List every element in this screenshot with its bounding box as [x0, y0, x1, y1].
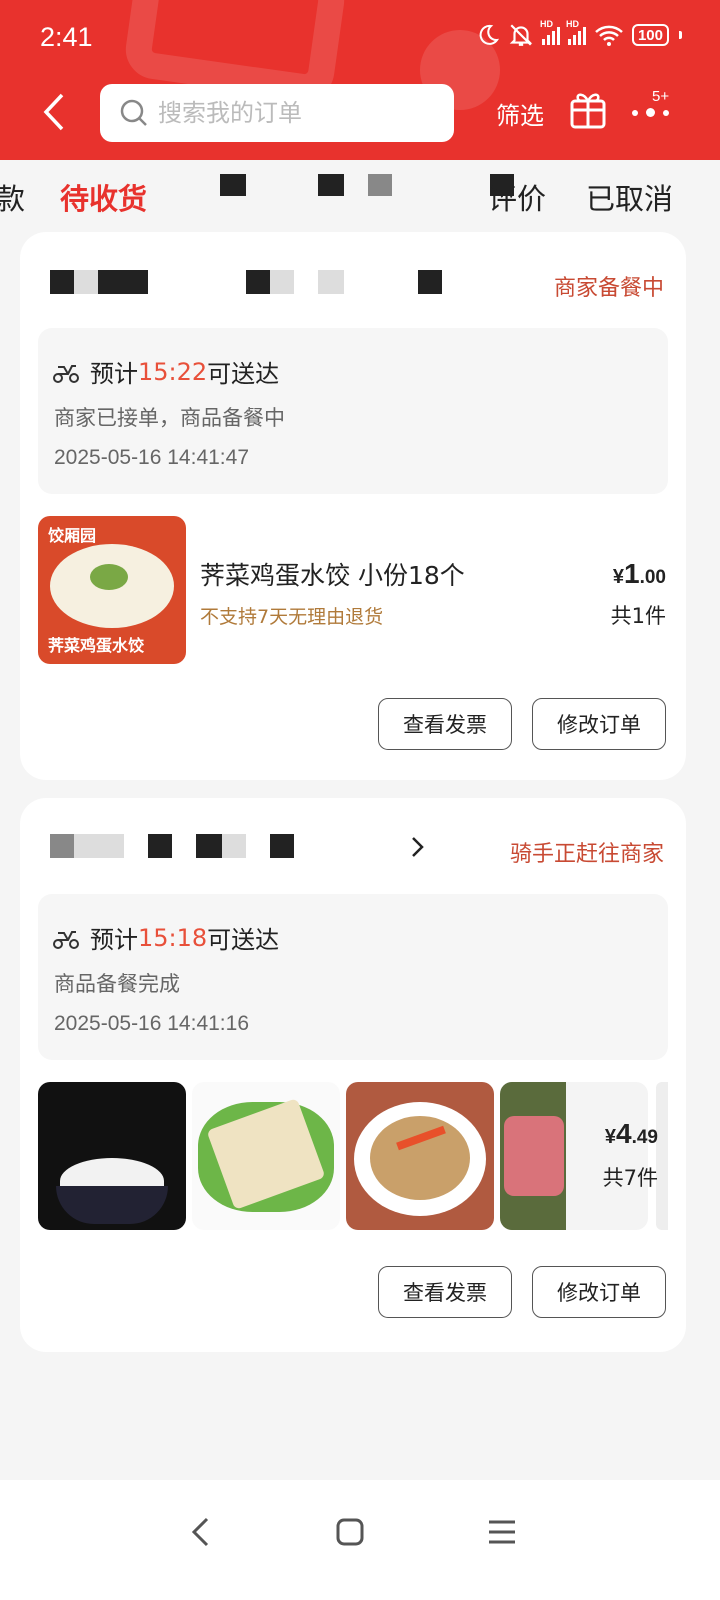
- product-image-caption: 荠菜鸡蛋水饺: [48, 636, 145, 655]
- wifi-icon: [595, 25, 623, 46]
- redaction-block: [196, 834, 222, 858]
- redaction-block: [148, 834, 172, 858]
- redaction-block: [74, 270, 98, 294]
- product-image-tofu-skin[interactable]: [192, 1082, 340, 1230]
- product-image[interactable]: 饺厢园 荠菜鸡蛋水饺: [38, 516, 186, 664]
- eta-prefix: 预计: [90, 926, 138, 954]
- back-button[interactable]: [30, 88, 78, 136]
- product-image-noodles[interactable]: [346, 1082, 494, 1230]
- product-image-more: [656, 1082, 668, 1230]
- back-triangle-icon: [191, 1517, 209, 1547]
- system-back-button[interactable]: [170, 1502, 230, 1562]
- status-icons: HD HD 100: [476, 19, 682, 48]
- menu-lines-icon: [489, 1520, 515, 1544]
- order-quantity: 共7件: [602, 1166, 658, 1190]
- more-badge: 5+: [652, 88, 670, 105]
- order-card-header[interactable]: 商家备餐中: [20, 232, 686, 328]
- view-invoice-button[interactable]: 查看发票: [378, 698, 512, 750]
- delivery-timestamp: 2025-05-16 14:41:47: [54, 446, 249, 469]
- modify-order-button[interactable]: 修改订单: [532, 698, 666, 750]
- modify-order-button[interactable]: 修改订单: [532, 1266, 666, 1318]
- eta-row: 预计 15:22 可送达: [52, 354, 279, 389]
- eta-prefix: 预计: [90, 360, 138, 388]
- system-home-button[interactable]: [320, 1502, 380, 1562]
- return-policy-note: 不支持7天无理由退货: [200, 606, 384, 628]
- order-price: ¥4.49: [604, 1118, 658, 1149]
- tab-to-receive[interactable]: 待收货: [60, 176, 147, 218]
- order-card[interactable]: 商家备餐中 预计 15:22 可送达 商家已接单，商品备餐中 2025-05-16 …: [20, 232, 686, 780]
- gift-button[interactable]: [568, 88, 612, 132]
- eta-time: 15:22: [138, 357, 208, 386]
- tab-cancelled[interactable]: 已取消: [586, 176, 673, 218]
- more-icon: [632, 108, 669, 117]
- order-quantity: 共1件: [610, 604, 666, 628]
- product-image-rice[interactable]: [38, 1082, 186, 1230]
- redaction-block: [220, 174, 246, 196]
- redaction-block: [98, 270, 148, 294]
- bell-muted-icon: [509, 24, 533, 46]
- redaction-block: [222, 834, 246, 858]
- redaction-block: [418, 270, 442, 294]
- eta-suffix: 可送达: [207, 926, 280, 954]
- filter-button[interactable]: 筛选: [496, 96, 544, 131]
- signal-icon-1: HD: [540, 19, 560, 45]
- status-bar: 2:41 HD HD 100: [0, 0, 720, 80]
- more-button[interactable]: 5+: [628, 88, 678, 132]
- redaction-block: [246, 270, 270, 294]
- redaction-block: [74, 834, 124, 858]
- view-invoice-button[interactable]: 查看发票: [378, 1266, 512, 1318]
- redaction-block: [270, 834, 294, 858]
- status-time: 2:41: [40, 22, 93, 52]
- gift-icon: [570, 93, 606, 129]
- home-square-icon: [336, 1518, 364, 1546]
- system-nav-bar: [0, 1480, 720, 1600]
- tab-partial[interactable]: 款: [0, 176, 25, 218]
- moon-icon: [479, 24, 500, 45]
- eta-row: 预计 15:18 可送达: [52, 920, 279, 955]
- header-bar: 2:41 HD HD 100 筛选 5+: [0, 0, 720, 160]
- redaction-block: [50, 834, 74, 858]
- eta-suffix: 可送达: [207, 360, 280, 388]
- tab-to-review[interactable]: 待评价: [490, 176, 546, 218]
- search-input[interactable]: [158, 99, 438, 127]
- scooter-icon: [53, 364, 79, 383]
- delivery-info[interactable]: 预计 15:22 可送达 商家已接单，商品备餐中 2025-05-16 14:41:…: [38, 328, 668, 494]
- order-tabs: 款 待收货 待评价 已取消: [0, 160, 720, 230]
- eta-time: 15:18: [138, 923, 208, 952]
- chevron-right-icon[interactable]: [410, 836, 424, 858]
- product-image-brand: 饺厢园: [48, 526, 97, 545]
- order-card-header[interactable]: 骑手正赶往商家: [20, 798, 686, 894]
- search-box[interactable]: [100, 84, 454, 142]
- redaction-block: [318, 174, 344, 196]
- redaction-block: [270, 270, 294, 294]
- delivery-info[interactable]: 预计 15:18 可送达 商品备餐完成 2025-05-16 14:41:16: [38, 894, 668, 1060]
- redaction-block: [50, 270, 74, 294]
- delivery-description: 商品备餐完成: [54, 972, 180, 996]
- product-title[interactable]: 荠菜鸡蛋水饺 小份18个: [200, 556, 465, 592]
- scooter-icon: [53, 930, 79, 949]
- search-icon: [120, 99, 147, 126]
- nav-bar: 筛选 5+: [0, 82, 720, 146]
- order-status: 骑手正赶往商家: [509, 842, 664, 867]
- delivery-timestamp: 2025-05-16 14:41:16: [54, 1012, 249, 1035]
- chevron-left-icon: [43, 93, 64, 131]
- signal-icon-2: HD: [566, 19, 586, 45]
- redaction-block: [368, 174, 392, 196]
- order-card[interactable]: 骑手正赶往商家 预计 15:18 可送达 商品备餐完成 2025-05-16 14:…: [20, 798, 686, 1352]
- order-price: ¥1.00: [612, 558, 666, 589]
- battery-icon: 100: [631, 24, 669, 46]
- redaction-block: [318, 270, 344, 294]
- delivery-description: 商家已接单，商品备餐中: [54, 406, 285, 430]
- product-image-ham[interactable]: [500, 1082, 648, 1230]
- system-menu-button[interactable]: [472, 1502, 532, 1562]
- order-status: 商家备餐中: [553, 276, 664, 301]
